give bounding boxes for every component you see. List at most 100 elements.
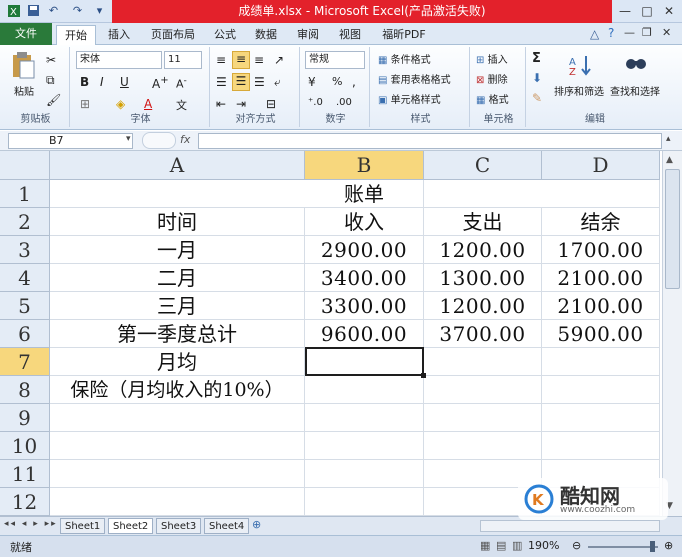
formula-toggle[interactable] (142, 132, 176, 149)
worksheet-grid[interactable]: A B C D 1 2 3 4 5 6 7 8 9 10 11 12 账单 时间… (0, 151, 682, 516)
border-icon[interactable]: ⊞ (80, 97, 90, 111)
cell-b4[interactable]: 3400.00 (305, 264, 424, 292)
underline-button[interactable]: U (120, 75, 129, 89)
cell-b1[interactable]: 账单 (305, 180, 424, 208)
cell-c4[interactable]: 1300.00 (424, 264, 542, 292)
increase-decimal-icon[interactable]: ⁺.0 (308, 97, 323, 108)
cell-b5[interactable]: 3300.00 (305, 292, 424, 320)
redo-icon[interactable]: ↷ (70, 4, 85, 18)
cell-a1[interactable] (50, 180, 305, 208)
zoom-level[interactable]: 190% (528, 539, 559, 552)
align-left-icon[interactable]: ☰ (216, 75, 227, 89)
align-top-icon[interactable]: ≡ (216, 53, 226, 67)
tab-review[interactable]: 审阅 (290, 25, 326, 45)
cell-d1[interactable] (542, 180, 660, 208)
column-header-a[interactable]: A (50, 151, 305, 180)
doc-close-icon[interactable]: ✕ (662, 26, 671, 39)
close-button[interactable]: ✕ (659, 2, 679, 20)
align-right-icon[interactable]: ☰ (254, 75, 265, 89)
file-tab[interactable]: 文件 (0, 23, 52, 45)
cell-c10[interactable] (424, 432, 542, 460)
tab-insert[interactable]: 插入 (100, 25, 138, 45)
column-header-c[interactable]: C (424, 151, 542, 180)
grow-font-icon[interactable]: A+ (152, 75, 169, 91)
name-box-dropdown-icon[interactable]: ▾ (126, 134, 131, 144)
undo-icon[interactable]: ↶ (46, 4, 61, 18)
cell-d3[interactable]: 1700.00 (542, 236, 660, 264)
cell-a2[interactable]: 时间 (50, 208, 305, 236)
cell-a12[interactable] (50, 488, 305, 516)
comma-button[interactable]: , (352, 75, 356, 89)
view-normal-icon[interactable]: ▦ (480, 539, 490, 552)
row-header-3[interactable]: 3 (0, 236, 50, 264)
row-header-12[interactable]: 12 (0, 488, 50, 516)
cell-c2[interactable]: 支出 (424, 208, 542, 236)
cell-a9[interactable] (50, 404, 305, 432)
tab-formulas[interactable]: 公式 (207, 25, 243, 45)
cell-b2[interactable]: 收入 (305, 208, 424, 236)
name-box[interactable]: B7 (8, 133, 133, 149)
zoom-in-icon[interactable]: ⊕ (664, 539, 673, 552)
font-name-select[interactable]: 宋体 (76, 51, 162, 69)
cell-c5[interactable]: 1200.00 (424, 292, 542, 320)
wrap-text-icon[interactable]: ⤶ (274, 75, 281, 90)
sort-filter-icon[interactable]: AZ (568, 53, 594, 78)
find-select-button[interactable]: 查找和选择 (610, 83, 660, 98)
percent-button[interactable]: % (332, 75, 342, 88)
sheet-tab-4[interactable]: Sheet4 (204, 518, 250, 534)
vertical-scrollbar[interactable]: ▲ ▼ (662, 151, 682, 516)
decrease-decimal-icon[interactable]: .00 (336, 97, 352, 108)
find-select-icon[interactable] (624, 53, 648, 77)
cell-a4[interactable]: 二月 (50, 264, 305, 292)
cell-c8[interactable] (424, 376, 542, 404)
customize-qat-icon[interactable]: ▾ (92, 4, 107, 18)
cell-styles-button[interactable]: ▣ 单元格样式 (378, 91, 441, 106)
insert-cells-button[interactable]: ⊞ 插入 (476, 51, 508, 66)
cell-d6[interactable]: 5900.00 (542, 320, 660, 348)
cell-a6[interactable]: 第一季度总计 (50, 320, 305, 348)
column-header-d[interactable]: D (542, 151, 660, 180)
minimize-button[interactable]: — (615, 2, 635, 20)
column-header-b[interactable]: B (305, 151, 424, 180)
bold-button[interactable]: B (80, 75, 89, 89)
fill-icon[interactable]: ⬇ (532, 71, 542, 85)
sheet-tab-1[interactable]: Sheet1 (60, 518, 106, 534)
cell-a5[interactable]: 三月 (50, 292, 305, 320)
conditional-format-button[interactable]: ▦ 条件格式 (378, 51, 431, 66)
cell-b9[interactable] (305, 404, 424, 432)
sheet-tab-3[interactable]: Sheet3 (156, 518, 202, 534)
cell-d9[interactable] (542, 404, 660, 432)
zoom-out-icon[interactable]: ⊖ (572, 539, 581, 552)
italic-button[interactable]: I (100, 75, 104, 89)
cell-c1[interactable] (424, 180, 542, 208)
cell-a3[interactable]: 一月 (50, 236, 305, 264)
doc-minimize-icon[interactable]: — (624, 26, 635, 39)
tab-page-layout[interactable]: 页面布局 (143, 25, 203, 45)
minimize-ribbon-icon[interactable]: △ (590, 27, 599, 41)
row-header-8[interactable]: 8 (0, 376, 50, 404)
cell-a10[interactable] (50, 432, 305, 460)
tab-foxit-pdf[interactable]: 福昕PDF (376, 25, 432, 45)
cell-d4[interactable]: 2100.00 (542, 264, 660, 292)
align-bottom-icon[interactable]: ≡ (254, 53, 264, 67)
autosum-button[interactable]: Σ (532, 51, 541, 66)
merge-center-icon[interactable]: ⊟ (266, 97, 276, 111)
fill-color-icon[interactable]: ◈ (116, 97, 125, 111)
view-page-layout-icon[interactable]: ▤ (496, 539, 506, 552)
delete-cells-button[interactable]: ⊠ 删除 (476, 71, 508, 86)
cell-b10[interactable] (305, 432, 424, 460)
decrease-indent-icon[interactable]: ⇤ (216, 97, 226, 111)
row-header-2[interactable]: 2 (0, 208, 50, 236)
paste-icon[interactable] (10, 51, 36, 81)
save-icon[interactable] (26, 4, 41, 18)
cell-b6[interactable]: 9600.00 (305, 320, 424, 348)
cut-icon[interactable]: ✂ (46, 53, 56, 67)
zoom-slider[interactable] (588, 546, 658, 548)
orientation-icon[interactable]: ↗ (274, 53, 284, 67)
cell-d8[interactable] (542, 376, 660, 404)
sort-filter-button[interactable]: 排序和筛选 (554, 83, 604, 98)
cell-b8[interactable] (305, 376, 424, 404)
tab-data[interactable]: 数据 (248, 25, 284, 45)
sheet-nav-arrows-icon[interactable]: ◂◂ ◂ ▸ ▸▸ (4, 519, 58, 529)
row-header-11[interactable]: 11 (0, 460, 50, 488)
